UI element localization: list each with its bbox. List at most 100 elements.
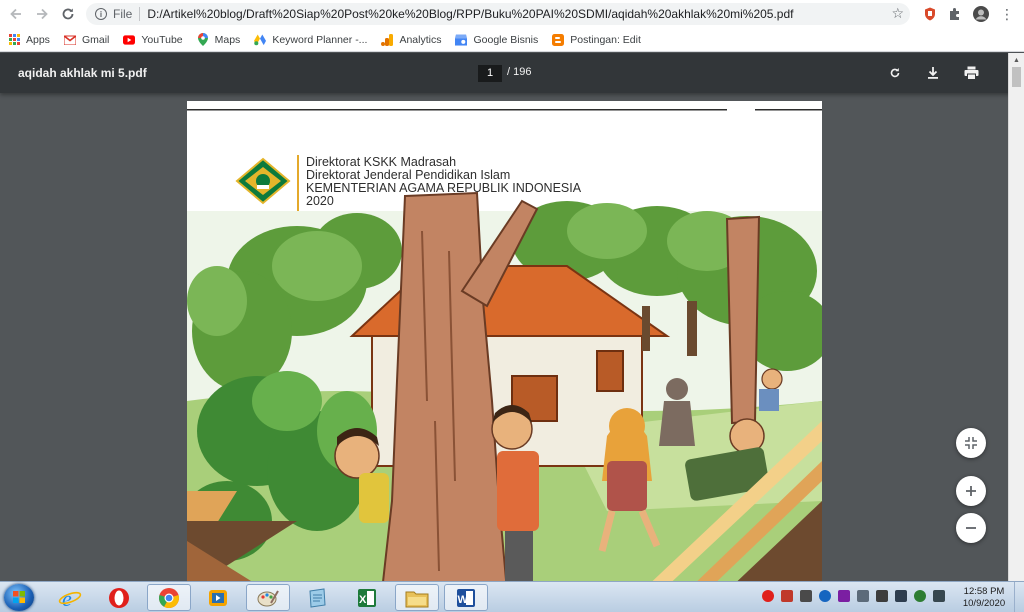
download-icon bbox=[928, 67, 938, 79]
taskbar-file-explorer[interactable] bbox=[395, 584, 439, 611]
media-player-icon bbox=[209, 589, 227, 606]
clock-time: 12:58 PM bbox=[963, 586, 1005, 597]
internet-explorer-icon: e bbox=[58, 587, 82, 609]
bookmark-youtube[interactable]: YouTube bbox=[123, 34, 183, 46]
tray-volume-icon[interactable] bbox=[933, 590, 945, 602]
arrow-left-icon bbox=[10, 8, 21, 20]
windows-logo-icon bbox=[13, 591, 25, 603]
bookmark-google-bisnis[interactable]: Google Bisnis bbox=[455, 34, 538, 46]
page-number-input[interactable]: 1 bbox=[478, 65, 502, 82]
youtube-icon bbox=[123, 34, 136, 46]
tray-battery-icon[interactable] bbox=[876, 590, 888, 602]
browser-toolbar: i File D:/Artikel%20blog/Draft%20Siap%20… bbox=[0, 0, 1024, 28]
taskbar-internet-explorer[interactable]: e bbox=[48, 584, 92, 611]
address-separator bbox=[139, 7, 141, 21]
address-url[interactable]: D:/Artikel%20blog/Draft%20Siap%20Post%20… bbox=[147, 7, 793, 21]
tray-sync-icon[interactable] bbox=[914, 590, 926, 602]
bookmark-apps[interactable]: Apps bbox=[8, 34, 50, 46]
bookmark-gmail[interactable]: Gmail bbox=[63, 33, 110, 46]
scroll-thumb[interactable] bbox=[1012, 67, 1021, 87]
file-explorer-icon bbox=[405, 591, 429, 607]
bookmark-star-icon[interactable]: ☆ bbox=[891, 5, 904, 22]
forward-button[interactable] bbox=[30, 2, 54, 26]
zoom-in-button[interactable] bbox=[956, 476, 986, 506]
zoom-out-button[interactable] bbox=[956, 513, 986, 543]
bookmark-analytics[interactable]: Analytics bbox=[381, 33, 442, 46]
fit-to-page-button[interactable] bbox=[956, 428, 986, 458]
back-button[interactable] bbox=[4, 2, 28, 26]
gmail-icon bbox=[63, 34, 76, 46]
address-bar[interactable]: i File D:/Artikel%20blog/Draft%20Siap%20… bbox=[86, 3, 910, 25]
show-desktop-button[interactable] bbox=[1014, 582, 1024, 612]
pdf-toolbar: aqidah akhlak mi 5.pdf 1 / 196 bbox=[0, 53, 1024, 93]
rotate-button[interactable] bbox=[886, 64, 904, 82]
notepad-icon bbox=[309, 587, 326, 608]
bookmark-label: Apps bbox=[26, 33, 50, 46]
browser-menu-icon[interactable]: ⋮ bbox=[998, 5, 1016, 23]
taskbar-notepad[interactable] bbox=[295, 584, 339, 611]
extension-shield-icon[interactable] bbox=[921, 5, 939, 23]
minus-icon bbox=[966, 527, 976, 529]
bookmarks-bar: Apps Gmail YouTube Maps Keyword Planner … bbox=[0, 28, 1024, 52]
windows-taskbar: e X W 12:58 PM 10/9/2020 bbox=[0, 581, 1024, 612]
bookmark-maps[interactable]: Maps bbox=[197, 33, 241, 46]
chrome-icon bbox=[159, 587, 179, 608]
taskbar-media-player[interactable] bbox=[196, 584, 240, 611]
word-icon: W bbox=[457, 588, 475, 607]
bookmark-label: Postingan: Edit bbox=[570, 33, 641, 46]
clock-date: 10/9/2020 bbox=[962, 598, 1006, 609]
taskbar-opera[interactable] bbox=[97, 584, 141, 611]
taskbar-paint[interactable] bbox=[246, 584, 290, 611]
excel-icon: X bbox=[358, 588, 376, 607]
google-business-icon bbox=[455, 33, 468, 46]
cover-line-ministry: KEMENTERIAN AGAMA REPUBLIK INDONESIA bbox=[306, 181, 582, 195]
analytics-icon bbox=[381, 33, 394, 46]
bookmark-label: Analytics bbox=[399, 33, 442, 46]
blogger-icon bbox=[552, 33, 565, 46]
header-accent-bar bbox=[297, 155, 299, 211]
taskbar-clock[interactable]: 12:58 PM 10/9/2020 bbox=[960, 586, 1008, 610]
pdf-page: Direktorat KSKK Madrasah Direktorat Jend… bbox=[187, 101, 822, 591]
tray-calendar-icon[interactable] bbox=[781, 590, 793, 602]
google-ads-icon bbox=[254, 33, 267, 46]
bookmark-label: Gmail bbox=[81, 33, 110, 46]
file-scheme-label: File bbox=[113, 7, 133, 21]
arrow-right-icon bbox=[37, 8, 48, 20]
reload-button[interactable] bbox=[56, 2, 80, 26]
cover-publisher-block: Direktorat KSKK Madrasah Direktorat Jend… bbox=[306, 156, 581, 208]
bookmark-keyword-planner[interactable]: Keyword Planner -... bbox=[254, 34, 367, 46]
taskbar-chrome[interactable] bbox=[147, 584, 191, 611]
profile-avatar[interactable] bbox=[972, 5, 990, 23]
bookmark-label: Keyword Planner -... bbox=[272, 33, 368, 46]
tray-antivirus-icon[interactable] bbox=[838, 590, 850, 602]
cover-line-year: 2020 bbox=[306, 194, 334, 208]
reload-icon bbox=[62, 8, 74, 20]
print-button[interactable] bbox=[962, 64, 980, 82]
svg-text:e: e bbox=[62, 587, 72, 609]
apps-grid-icon bbox=[8, 34, 20, 46]
bookmark-label: Maps bbox=[214, 33, 241, 46]
scroll-up-arrow-icon[interactable]: ▲ bbox=[1013, 57, 1020, 64]
svg-text:W: W bbox=[458, 594, 469, 606]
tray-flag-icon[interactable] bbox=[800, 590, 812, 602]
maps-icon bbox=[197, 33, 209, 46]
opera-icon bbox=[109, 587, 129, 608]
pdf-filename: aqidah akhlak mi 5.pdf bbox=[18, 66, 147, 80]
kemenag-logo bbox=[235, 157, 291, 205]
vertical-scrollbar[interactable]: ▲ bbox=[1008, 53, 1024, 581]
taskbar-word[interactable]: W bbox=[444, 584, 488, 611]
svg-text:X: X bbox=[359, 594, 367, 606]
download-button[interactable] bbox=[924, 64, 942, 82]
tray-usb-icon[interactable] bbox=[857, 590, 869, 602]
system-tray bbox=[762, 590, 952, 602]
tray-bluetooth-icon[interactable] bbox=[819, 590, 831, 602]
bookmark-postingan-edit[interactable]: Postingan: Edit bbox=[552, 33, 641, 46]
info-icon[interactable]: i bbox=[95, 8, 107, 20]
page-total: / 196 bbox=[507, 66, 532, 78]
taskbar-excel[interactable]: X bbox=[345, 584, 389, 611]
extensions-puzzle-icon[interactable] bbox=[946, 5, 964, 23]
tray-network-icon[interactable] bbox=[895, 590, 907, 602]
tray-opera-icon[interactable] bbox=[762, 590, 774, 602]
start-button[interactable] bbox=[4, 584, 34, 611]
print-icon bbox=[964, 66, 978, 80]
